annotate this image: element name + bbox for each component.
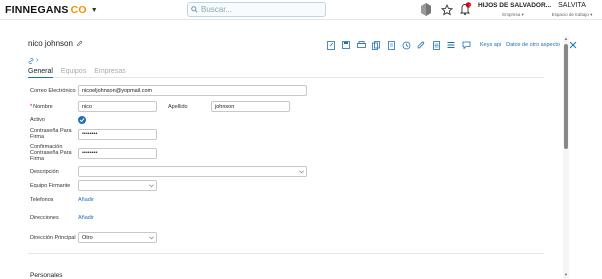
chevron-down-icon[interactable]: ▼ [91, 7, 98, 14]
surname-label: Apellido [168, 103, 188, 110]
description-label: Descripción [30, 168, 59, 175]
other-aspect-link[interactable]: Datos de otro aspecto [506, 42, 560, 48]
top-bar: FINNEGANS CO ▼ 1 HIJOS DE SALVADOR... Em… [0, 0, 602, 20]
search-icon [191, 6, 198, 13]
tab-equipos[interactable]: Equipos [61, 67, 86, 78]
confirm-password-row: Confirmación Contraseña Para Firma •••••… [30, 144, 157, 162]
notification-badge: 1 [468, 3, 472, 8]
section-divider [28, 253, 544, 254]
company-name: HIJOS DE SALVADOR... [478, 2, 552, 9]
password-label: Contraseña Para Firma [30, 128, 72, 140]
copy-icon[interactable] [370, 40, 382, 50]
form-toolbar: Keys api Datos de otro aspecto [325, 36, 577, 54]
logo-text: FINNEGANS [5, 4, 69, 16]
add-phone-link[interactable]: Añadir [78, 197, 94, 203]
active-label: Activo [30, 117, 45, 123]
export-icon[interactable] [325, 40, 337, 50]
active-row: Activo [30, 116, 86, 124]
form-tabs: General Equipos Empresas [28, 67, 544, 78]
list-icon[interactable] [445, 40, 457, 50]
tab-general[interactable]: General [28, 67, 53, 78]
add-address-link[interactable]: Añadir [78, 215, 94, 221]
company-selector[interactable]: HIJOS DE SALVADOR... Empresa ▾ [478, 2, 552, 18]
phones-row: Telefonos Añadir [30, 197, 94, 203]
name-row: *Nombre nico Apellido johnson [30, 101, 290, 112]
print-icon[interactable] [355, 40, 367, 50]
logo-co: CO [70, 4, 87, 16]
scroll-up-icon[interactable]: ▲ [563, 36, 569, 42]
email-row: Correo Electrónico nicoeljohnson@yopmail… [30, 85, 307, 96]
password-field[interactable]: •••••••• [78, 128, 157, 140]
phones-label: Telefonos [30, 197, 54, 203]
chevron-right-icon: › [36, 57, 39, 64]
active-checkbox[interactable] [78, 116, 86, 124]
surname-field[interactable]: johnson [211, 101, 290, 112]
main-address-select[interactable]: Otro [78, 232, 157, 243]
keys-api-link[interactable]: Keys api [480, 42, 501, 48]
theme-toggle-icon[interactable] [420, 3, 432, 21]
name-label-text: Nombre [33, 103, 53, 110]
attachment-icon[interactable] [415, 40, 427, 50]
save-icon[interactable] [340, 40, 352, 50]
scrollbar-thumb[interactable] [564, 44, 568, 149]
star-icon[interactable] [440, 3, 454, 21]
name-label: *Nombre [30, 104, 78, 110]
main-address-label: Dirección Principal [30, 234, 76, 241]
confirm-password-label: Confirmación Contraseña Para Firma [30, 144, 72, 162]
description-field[interactable] [78, 166, 307, 177]
check-icon [79, 118, 85, 123]
signing-team-select[interactable] [78, 180, 157, 191]
signing-team-row: Equipo Firmante [30, 180, 157, 191]
addresses-row: Direcciones Añadir [30, 215, 94, 221]
email-field[interactable]: nicoeljohnson@yopmail.com [78, 85, 307, 96]
main-address-value: Otro [82, 234, 93, 241]
link-icon [28, 57, 34, 64]
back-link[interactable]: › [28, 57, 38, 64]
page-title-text: nico johnson [28, 39, 73, 48]
page-title: nico johnson [28, 39, 83, 48]
chevron-down-icon [149, 184, 154, 187]
email-label: Correo Electrónico [30, 87, 76, 94]
search-input[interactable] [201, 5, 321, 14]
user-form-card: nico johnson Keys api Datos de otro aspe… [20, 26, 577, 279]
workspace-name: SALVITA [558, 2, 586, 9]
tab-empresas[interactable]: Empresas [94, 67, 126, 78]
workspace-selector[interactable]: SALVITA Espacio de trabajo ▾ [549, 2, 595, 18]
app-logo[interactable]: FINNEGANS CO ▼ [5, 4, 98, 16]
signing-team-label: Equipo Firmante [30, 182, 71, 189]
notes-icon[interactable] [430, 40, 442, 50]
company-label: Empresa ▾ [502, 12, 524, 17]
search-box[interactable] [187, 2, 326, 17]
document-icon[interactable] [385, 40, 397, 50]
confirm-password-field[interactable]: •••••••• [78, 147, 157, 159]
name-field[interactable]: nico [78, 101, 157, 112]
password-row: Contraseña Para Firma •••••••• [30, 128, 157, 140]
workspace-label: Espacio de trabajo ▾ [551, 12, 593, 17]
comment-icon[interactable] [460, 40, 472, 50]
description-row: Descripción [30, 166, 307, 177]
chevron-down-icon [299, 170, 304, 173]
scroll-down-icon[interactable]: ▼ [563, 272, 569, 278]
required-marker: * [30, 103, 33, 110]
main-address-row: Dirección Principal Otro [30, 232, 157, 243]
section-title-personales: Personales [30, 272, 63, 279]
history-icon[interactable] [400, 40, 412, 50]
addresses-label: Direcciones [30, 215, 59, 221]
close-icon[interactable] [569, 36, 577, 54]
pencil-icon[interactable] [76, 40, 83, 47]
chevron-down-icon [149, 236, 154, 239]
